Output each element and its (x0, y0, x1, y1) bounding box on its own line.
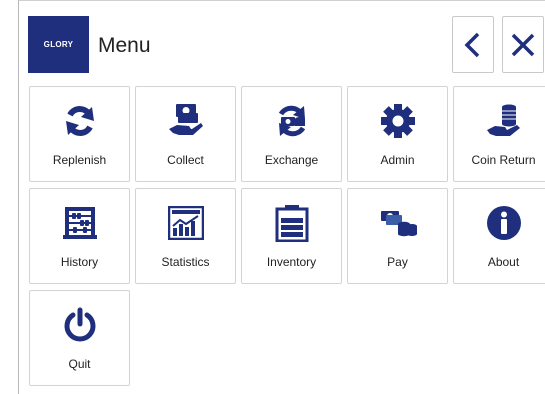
page-title: Menu (98, 34, 151, 57)
tile-collect[interactable]: Collect (135, 86, 236, 182)
hand-money-icon (168, 104, 203, 135)
exchange-icon (278, 105, 305, 137)
battery-icon (275, 205, 308, 242)
pay-icon (380, 211, 417, 237)
tile-label: Pay (387, 255, 408, 269)
tile-label: Coin Return (471, 153, 536, 167)
tile-exchange[interactable]: Exchange (241, 86, 342, 182)
tile-label: About (487, 255, 520, 269)
glory-logo: GLORY (28, 16, 89, 73)
info-icon (486, 206, 521, 240)
tile-label: Collect (167, 153, 204, 167)
abacus-icon (62, 207, 97, 239)
coin-return-icon (486, 104, 520, 136)
header: GLORY Menu (28, 16, 545, 76)
tile-label: Admin (380, 153, 415, 167)
tile-statistics[interactable]: Statistics (135, 188, 236, 284)
tile-label: Replenish (52, 153, 107, 167)
back-button[interactable] (452, 16, 494, 73)
close-icon (511, 33, 535, 56)
tile-label: Exchange (264, 153, 319, 167)
tile-quit[interactable]: Quit (29, 290, 130, 386)
tile-coin-return[interactable]: Coin Return (453, 86, 545, 182)
tile-inventory[interactable]: Inventory (241, 188, 342, 284)
gear-icon (380, 104, 415, 138)
tile-pay[interactable]: Pay (347, 188, 448, 284)
tile-replenish[interactable]: Replenish (29, 86, 130, 182)
tile-label: Statistics (161, 255, 210, 269)
tile-admin[interactable]: Admin (347, 86, 448, 182)
close-button[interactable] (502, 16, 544, 73)
chevron-left-icon (464, 32, 480, 57)
tile-label: Quit (68, 357, 91, 371)
tile-history[interactable]: History (29, 188, 130, 284)
chart-icon (167, 206, 204, 240)
power-icon (64, 307, 95, 342)
tile-label: Inventory (266, 255, 317, 269)
refresh-icon (65, 106, 94, 136)
tile-label: History (60, 255, 99, 269)
tile-about[interactable]: About (453, 188, 545, 284)
